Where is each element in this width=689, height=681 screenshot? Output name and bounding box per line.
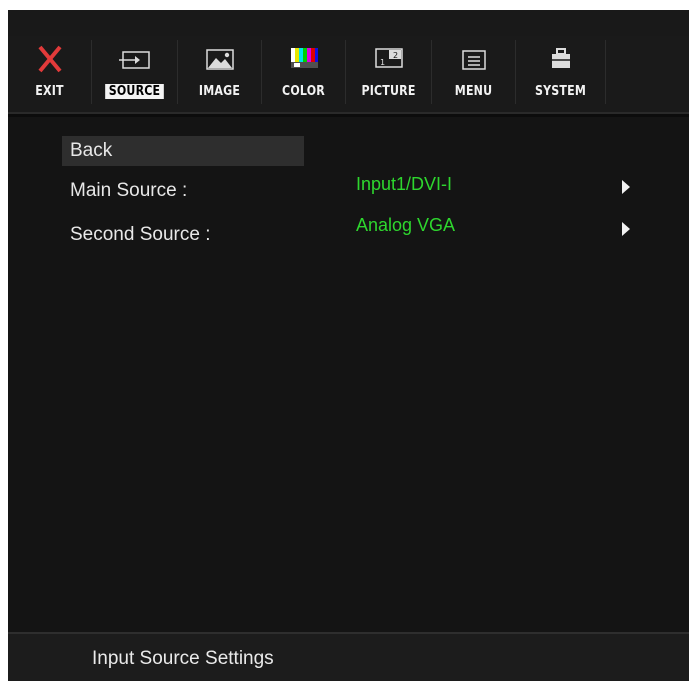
svg-text:2: 2 (393, 51, 398, 60)
status-footer: Input Source Settings (8, 632, 689, 681)
briefcase-icon (543, 44, 579, 74)
main-source-arrow-icon[interactable] (622, 180, 630, 194)
picture-landscape-icon (202, 44, 238, 74)
picture-in-picture-icon: 2 1 (371, 44, 407, 74)
tab-image[interactable]: IMAGE (178, 40, 262, 104)
main-source-value: Input1/DVI-I (356, 174, 453, 194)
tab-exit[interactable]: EXIT (8, 40, 92, 104)
tab-label: IMAGE (198, 84, 241, 99)
tab-label: COLOR (282, 84, 325, 99)
tab-label: PICTURE (361, 84, 416, 99)
second-source-value: Analog VGA (356, 215, 456, 235)
second-source-label: Second Source : (70, 224, 211, 245)
color-bars-icon (286, 44, 322, 74)
close-x-icon (32, 44, 68, 74)
tab-source[interactable]: SOURCE (92, 40, 178, 104)
second-source-arrow-icon[interactable] (622, 222, 630, 236)
tab-label: SYSTEM (534, 84, 587, 99)
toolbar-divider (8, 114, 689, 117)
status-text: Input Source Settings (92, 648, 274, 669)
menu-window-icon (456, 44, 492, 74)
back-label: Back (70, 140, 113, 161)
tab-label: EXIT (35, 84, 64, 99)
main-source-label: Main Source : (70, 180, 188, 201)
tab-system[interactable]: SYSTEM (516, 40, 606, 104)
tab-label: SOURCE (105, 84, 164, 99)
tab-label: MENU (454, 84, 493, 99)
back-menu-item[interactable]: Back (62, 136, 304, 166)
svg-text:1: 1 (380, 58, 385, 67)
tab-menu[interactable]: MENU (432, 40, 516, 104)
tab-color[interactable]: COLOR (262, 40, 346, 104)
input-source-icon (117, 44, 153, 74)
osd-top-strip (8, 10, 689, 36)
osd-menu-window: EXIT SOURCE IMAGE COLOR 2 1 PICTURE MENU… (8, 10, 689, 681)
tab-picture[interactable]: 2 1 PICTURE (346, 40, 432, 104)
top-toolbar: EXIT SOURCE IMAGE COLOR 2 1 PICTURE MENU… (8, 36, 689, 114)
